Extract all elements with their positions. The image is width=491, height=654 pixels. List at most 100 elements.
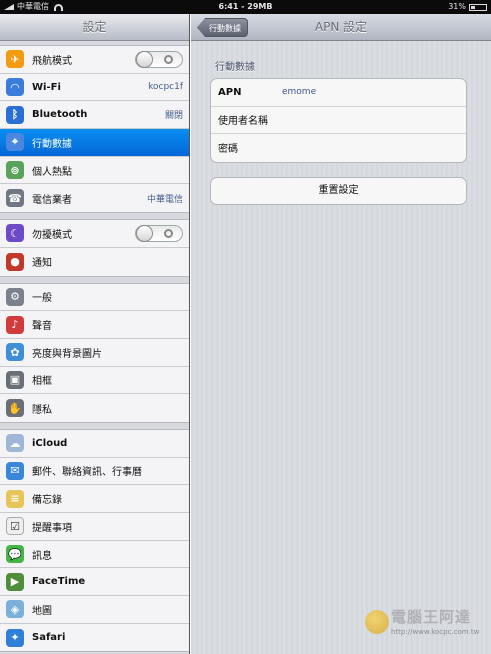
toggle-switch[interactable] xyxy=(135,224,183,242)
sidebar-item-label: 訊息 xyxy=(32,550,52,562)
settings-group: ☾ 勿擾模式 ● 通知 xyxy=(0,219,189,277)
sidebar-item[interactable]: ◠ Wi-Fi kocpc1f xyxy=(0,73,189,102)
watermark-logo: 電腦王阿達 http://www.kocpc.com.tw xyxy=(365,604,485,644)
toggle-switch[interactable] xyxy=(135,50,183,68)
cloud-icon: ☁ xyxy=(6,434,24,453)
watermark-text: 電腦王阿達 xyxy=(391,608,472,626)
sidebar-item-label: 聲音 xyxy=(32,321,52,333)
apn-field-row[interactable]: APN emome xyxy=(211,79,466,107)
wifi-icon: ◠ xyxy=(6,78,24,97)
sidebar-item-label: 備忘錄 xyxy=(32,495,62,507)
airplane-icon: ✈ xyxy=(6,50,24,69)
speaker-icon: ♪ xyxy=(6,315,24,334)
settings-list: ✈ 飛航模式 ◠ Wi-Fi kocpc1f ᛒ Bluetooth 關閉 ⌖ 行動數據 ⊚ 個人熱點… xyxy=(0,45,189,653)
password-label: 密碼 xyxy=(218,144,238,156)
sidebar-item[interactable]: ≡ 備忘錄 xyxy=(0,485,189,513)
sidebar-item[interactable]: 💬 訊息 xyxy=(0,540,189,569)
sidebar-item-label: 個人熱點 xyxy=(32,166,72,178)
gear-icon: ⚙ xyxy=(6,287,24,306)
apn-settings-pane: APN 設定 行動數據 行動數據 APN emome 使用者名稱 密碼 重置設定… xyxy=(191,14,491,654)
cellular-icon: ⌖ xyxy=(6,133,24,152)
sidebar-item[interactable]: ▣ 相框 xyxy=(0,366,189,395)
sidebar-item[interactable]: ♪ 聲音 xyxy=(0,311,189,339)
sidebar-item[interactable]: ☎ 電信業者 中華電信 xyxy=(0,184,189,213)
sidebar-item-label: Safari xyxy=(32,632,66,644)
reset-settings-button[interactable]: 重置設定 xyxy=(210,176,467,205)
wallpaper-icon: ✿ xyxy=(6,343,24,362)
phone-icon: ☎ xyxy=(6,189,24,208)
facetime-icon: ▶ xyxy=(6,572,24,591)
watermark-url: http://www.kocpc.com.tw xyxy=(391,628,480,636)
sidebar-item-label: 行動數據 xyxy=(32,138,72,150)
section-header: 行動數據 xyxy=(215,62,255,73)
reminders-icon: ☑ xyxy=(6,517,24,536)
sidebar-item-label: 電信業者 xyxy=(32,194,72,206)
settings-group: ☁ iCloud ✉ 郵件、聯絡資訊、行事曆 ≡ 備忘錄 ☑ 提醒事項 💬 訊息 ▶ FaceTime… xyxy=(0,428,189,653)
notes-icon: ≡ xyxy=(6,489,24,508)
sidebar-item[interactable]: ✋ 隱私 xyxy=(0,394,189,422)
sidebar-title: 設定 xyxy=(0,14,189,41)
sidebar-item[interactable]: ᛒ Bluetooth 關閉 xyxy=(0,101,189,130)
toggle-off-indicator xyxy=(164,228,173,238)
sidebar-item[interactable]: ⌖ 行動數據 xyxy=(0,129,189,157)
battery-icon xyxy=(469,3,487,11)
sidebar-item-value: 中華電信 xyxy=(146,194,183,205)
picture-frame-icon: ▣ xyxy=(6,370,24,389)
username-label: 使用者名稱 xyxy=(218,116,268,128)
battery-percent: 31% xyxy=(448,2,466,11)
sidebar-item-label: 隱私 xyxy=(32,404,52,416)
sidebar-item[interactable]: ✦ Safari xyxy=(0,623,189,652)
toggle-knob xyxy=(136,50,153,68)
apn-label: APN xyxy=(218,86,242,98)
apn-form: APN emome 使用者名稱 密碼 xyxy=(210,78,467,163)
messages-icon: 💬 xyxy=(6,545,24,564)
username-field-row[interactable]: 使用者名稱 xyxy=(211,107,466,134)
sidebar-item-value: 關閉 xyxy=(164,111,183,122)
hotspot-icon: ⊚ xyxy=(6,161,24,180)
settings-group: ⚙ 一般 ♪ 聲音 ✿ 亮度與背景圖片 ▣ 相框 ✋ 隱私 xyxy=(0,282,189,423)
hand-icon: ✋ xyxy=(6,399,24,418)
sidebar-item[interactable]: ▶ FaceTime xyxy=(0,568,189,597)
sidebar-item-label: 勿擾模式 xyxy=(32,229,72,241)
moon-icon: ☾ xyxy=(6,224,24,243)
back-button[interactable]: 行動數據 xyxy=(197,18,248,37)
battery-fill xyxy=(471,5,475,9)
apn-input[interactable]: emome xyxy=(282,87,316,97)
toggle-knob xyxy=(136,224,153,242)
sidebar-item-label: 飛航模式 xyxy=(32,55,72,67)
sidebar-item[interactable]: ☑ 提醒事項 xyxy=(0,513,189,541)
password-field-row[interactable]: 密碼 xyxy=(211,134,466,162)
sidebar-item[interactable]: ✿ 亮度與背景圖片 xyxy=(0,338,189,367)
sidebar-item[interactable]: ✉ 郵件、聯絡資訊、行事曆 xyxy=(0,457,189,486)
sidebar-item[interactable]: ⊚ 個人熱點 xyxy=(0,156,189,185)
sidebar-item-label: 亮度與背景圖片 xyxy=(32,348,102,360)
status-time: 6:41 - 29MB xyxy=(218,2,273,11)
sidebar-item[interactable]: ◈ 地圖 xyxy=(0,596,189,624)
notifications-icon: ● xyxy=(6,252,24,271)
sidebar-item-label: 相框 xyxy=(32,376,52,388)
settings-sidebar: 設定 ✈ 飛航模式 ◠ Wi-Fi kocpc1f ᛒ Bluetooth 關閉 ⌖ 行動數據 ⊚ 個… xyxy=(0,14,190,654)
sidebar-item[interactable]: ● 通知 xyxy=(0,247,189,276)
detail-navbar: APN 設定 行動數據 xyxy=(191,14,491,41)
sidebar-item-label: 地圖 xyxy=(32,605,52,617)
status-bar: 中華電信 6:41 - 29MB 31% xyxy=(0,0,491,14)
sidebar-item-label: Wi-Fi xyxy=(32,81,61,93)
battery-area: 31% xyxy=(448,0,487,14)
sidebar-item[interactable]: ☁ iCloud xyxy=(0,429,189,458)
mail-icon: ✉ xyxy=(6,461,24,480)
sidebar-item-value: kocpc1f xyxy=(148,82,183,93)
sidebar-item-label: 提醒事項 xyxy=(32,522,72,534)
mascot-icon xyxy=(365,610,389,634)
sidebar-item[interactable]: ⚙ 一般 xyxy=(0,283,189,312)
settings-group: ✈ 飛航模式 ◠ Wi-Fi kocpc1f ᛒ Bluetooth 關閉 ⌖ 行動數據 ⊚ 個人熱點… xyxy=(0,45,189,214)
toggle-off-indicator xyxy=(164,54,173,64)
sidebar-item[interactable]: ✈ 飛航模式 xyxy=(0,46,189,74)
bluetooth-icon: ᛒ xyxy=(6,105,24,124)
sidebar-item-label: 通知 xyxy=(32,258,52,270)
sidebar-item-label: FaceTime xyxy=(32,576,86,588)
maps-icon: ◈ xyxy=(6,600,24,619)
sidebar-item-label: 郵件、聯絡資訊、行事曆 xyxy=(32,467,142,479)
compass-icon: ✦ xyxy=(6,628,24,647)
sidebar-item-label: 一般 xyxy=(32,293,52,305)
sidebar-item[interactable]: ☾ 勿擾模式 xyxy=(0,220,189,248)
